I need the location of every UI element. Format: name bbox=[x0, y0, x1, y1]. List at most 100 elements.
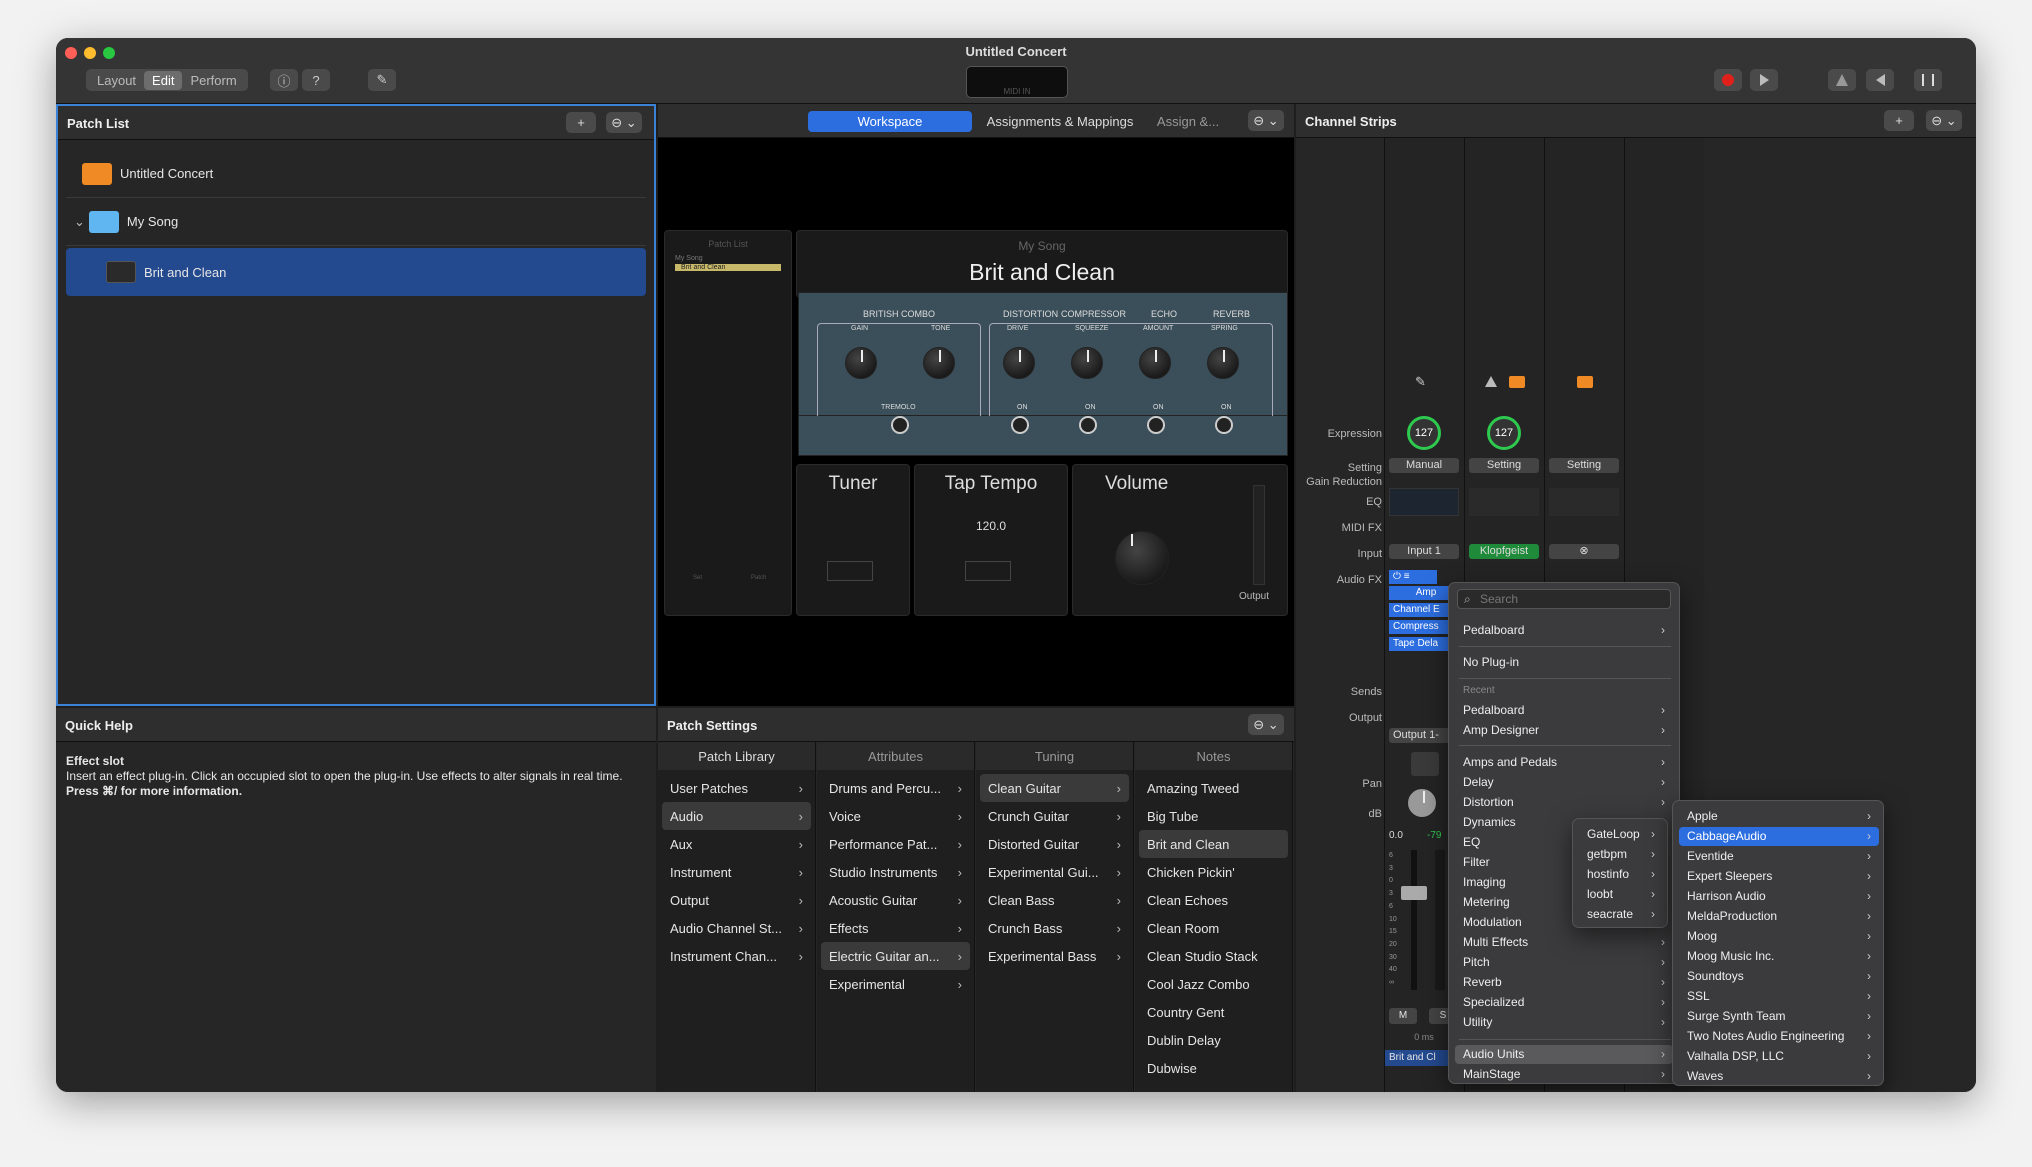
category-multi-effects[interactable]: Multi Effects › bbox=[1455, 933, 1673, 952]
add-patch-button[interactable]: + bbox=[566, 112, 596, 133]
concert-row[interactable]: Untitled Concert bbox=[66, 150, 646, 198]
menu-item-no-plugin[interactable]: No Plug-in bbox=[1455, 653, 1673, 672]
category-pitch[interactable]: Pitch › bbox=[1455, 953, 1673, 972]
column-item-big-tube[interactable]: Big Tube bbox=[1139, 802, 1288, 830]
song-row[interactable]: ⌄ My Song bbox=[66, 198, 646, 246]
au-vendor-soundtoys[interactable]: Soundtoys › bbox=[1679, 967, 1879, 986]
column-item-clean-studio-stack[interactable]: Clean Studio Stack bbox=[1139, 942, 1288, 970]
column-item-experimental-bass[interactable]: Experimental Bass › bbox=[980, 942, 1129, 970]
column-item-clean-bass[interactable]: Clean Bass › bbox=[980, 886, 1129, 914]
add-channel-strip-button[interactable]: + bbox=[1884, 110, 1914, 131]
au-vendor-surge-synth-team[interactable]: Surge Synth Team › bbox=[1679, 1007, 1879, 1026]
echo-toggle[interactable] bbox=[1147, 416, 1165, 434]
column-item-experimental[interactable]: Experimental › bbox=[821, 970, 970, 998]
mute-button-1[interactable]: M bbox=[1389, 1008, 1417, 1024]
au-vendor-harrison-audio[interactable]: Harrison Audio › bbox=[1679, 887, 1879, 906]
menu-item-audio-units[interactable]: Audio Units › bbox=[1455, 1045, 1673, 1064]
input-button-3[interactable]: ⊗ bbox=[1549, 544, 1619, 559]
mixer-button[interactable] bbox=[1914, 69, 1942, 91]
setting-button-3[interactable]: Setting bbox=[1549, 458, 1619, 473]
tap-tempo-button[interactable] bbox=[965, 561, 1011, 581]
patch-list-menu-button[interactable]: ⊖ ⌄ bbox=[606, 112, 642, 133]
column-header-attributes[interactable]: Attributes bbox=[817, 742, 974, 770]
workspace-menu-button[interactable]: ⊖ ⌄ bbox=[1248, 110, 1284, 131]
expression-knob-2[interactable]: 127 bbox=[1487, 416, 1521, 450]
column-item-chicken-pickin[interactable]: Chicken Pickin' bbox=[1139, 858, 1288, 886]
mode-edit[interactable]: Edit bbox=[144, 70, 183, 90]
column-item-crunch-guitar[interactable]: Crunch Guitar › bbox=[980, 802, 1129, 830]
eq-thumbnail-3[interactable] bbox=[1549, 488, 1619, 516]
au-vendor-cabbageaudio[interactable]: CabbageAudio › bbox=[1679, 827, 1879, 846]
menu-item-mainstage[interactable]: MainStage › bbox=[1455, 1065, 1673, 1084]
column-header-notes[interactable]: Notes bbox=[1135, 742, 1292, 770]
column-item-voice[interactable]: Voice › bbox=[821, 802, 970, 830]
category-reverb[interactable]: Reverb › bbox=[1455, 973, 1673, 992]
au-vendor-valhalla-dsp-llc[interactable]: Valhalla DSP, LLC › bbox=[1679, 1047, 1879, 1066]
column-item-drums-and-percu[interactable]: Drums and Percu... › bbox=[821, 774, 970, 802]
au-vendor-two-notes-audio-engineering[interactable]: Two Notes Audio Engineering › bbox=[1679, 1027, 1879, 1046]
category-delay[interactable]: Delay › bbox=[1455, 773, 1673, 792]
reverb-toggle[interactable] bbox=[1215, 416, 1233, 434]
info-button[interactable]: ⓘ bbox=[270, 69, 298, 91]
tone-knob[interactable] bbox=[923, 347, 955, 379]
category-utility[interactable]: Utility › bbox=[1455, 1013, 1673, 1032]
metronome-button[interactable] bbox=[1828, 69, 1856, 91]
volume-knob[interactable] bbox=[1115, 531, 1169, 585]
column-item-aux[interactable]: Aux › bbox=[662, 830, 811, 858]
expression-knob-1[interactable]: 127 bbox=[1407, 416, 1441, 450]
disclosure-chevron-icon[interactable]: ⌄ bbox=[74, 214, 85, 230]
drive-knob[interactable] bbox=[1003, 347, 1035, 379]
tab-assignments[interactable]: Assignments & Mappings bbox=[978, 111, 1142, 132]
column-item-dublin-delay[interactable]: Dublin Delay bbox=[1139, 1026, 1288, 1054]
column-item-clean-echoes[interactable]: Clean Echoes bbox=[1139, 886, 1288, 914]
column-item-country-gent[interactable]: Country Gent bbox=[1139, 998, 1288, 1026]
dev-item-getbpm[interactable]: getbpm › bbox=[1579, 845, 1663, 864]
column-item-studio-instruments[interactable]: Studio Instruments › bbox=[821, 858, 970, 886]
column-item-audio-channel-st[interactable]: Audio Channel St... › bbox=[662, 914, 811, 942]
dev-item-gateloop[interactable]: GateLoop › bbox=[1579, 825, 1663, 844]
setting-button-1[interactable]: Manual bbox=[1389, 458, 1459, 473]
mode-perform[interactable]: Perform bbox=[182, 71, 244, 90]
column-item-clean-guitar[interactable]: Clean Guitar › bbox=[980, 774, 1129, 802]
column-item-experimental-gui[interactable]: Experimental Gui... › bbox=[980, 858, 1129, 886]
column-item-clean-room[interactable]: Clean Room bbox=[1139, 914, 1288, 942]
menu-item-pedalboard[interactable]: Pedalboard › bbox=[1455, 621, 1673, 640]
column-header-patch-library[interactable]: Patch Library bbox=[658, 742, 815, 770]
column-item-brit-and-clean[interactable]: Brit and Clean bbox=[1139, 830, 1288, 858]
column-header-tuning[interactable]: Tuning bbox=[976, 742, 1133, 770]
column-item-distorted-guitar[interactable]: Distorted Guitar › bbox=[980, 830, 1129, 858]
fx-power-icon[interactable]: ⏻ ≡ bbox=[1389, 570, 1437, 584]
volume-fader-1[interactable] bbox=[1401, 886, 1427, 900]
au-vendor-apple[interactable]: Apple › bbox=[1679, 807, 1879, 826]
setting-button-2[interactable]: Setting bbox=[1469, 458, 1539, 473]
column-item-crunch-bass[interactable]: Crunch Bass › bbox=[980, 914, 1129, 942]
column-item-amazing-tweed[interactable]: Amazing Tweed bbox=[1139, 774, 1288, 802]
record-button[interactable] bbox=[1714, 69, 1742, 91]
recent-item-amp-designer[interactable]: Amp Designer › bbox=[1455, 721, 1673, 740]
au-vendor-ssl[interactable]: SSL › bbox=[1679, 987, 1879, 1006]
help-button[interactable]: ? bbox=[302, 69, 330, 91]
eq-thumbnail-2[interactable] bbox=[1469, 488, 1539, 516]
column-item-instrument[interactable]: Instrument › bbox=[662, 858, 811, 886]
tremolo-toggle[interactable] bbox=[891, 416, 909, 434]
category-distortion[interactable]: Distortion › bbox=[1455, 793, 1673, 812]
au-vendor-moog-music-inc[interactable]: Moog Music Inc. › bbox=[1679, 947, 1879, 966]
column-item-output[interactable]: Output › bbox=[662, 886, 811, 914]
gain-knob[interactable] bbox=[845, 347, 877, 379]
dev-item-hostinfo[interactable]: hostinfo › bbox=[1579, 865, 1663, 884]
category-amps-and-pedals[interactable]: Amps and Pedals › bbox=[1455, 753, 1673, 772]
column-item-cool-jazz-combo[interactable]: Cool Jazz Combo bbox=[1139, 970, 1288, 998]
spring-knob[interactable] bbox=[1207, 347, 1239, 379]
au-vendor-meldaproduction[interactable]: MeldaProduction › bbox=[1679, 907, 1879, 926]
pan-knob-1[interactable] bbox=[1407, 788, 1437, 818]
column-item-instrument-chan[interactable]: Instrument Chan... › bbox=[662, 942, 811, 970]
input-button-1[interactable]: Input 1 bbox=[1389, 544, 1459, 559]
eq-thumbnail-1[interactable] bbox=[1389, 488, 1459, 516]
plugin-search-field[interactable]: ⌕ Search bbox=[1457, 589, 1671, 609]
column-item-dubwise[interactable]: Dubwise bbox=[1139, 1054, 1288, 1082]
amount-knob[interactable] bbox=[1139, 347, 1171, 379]
channel-strips-menu-button[interactable]: ⊖ ⌄ bbox=[1926, 110, 1962, 131]
au-vendor-waves[interactable]: Waves › bbox=[1679, 1067, 1879, 1086]
tuner-button[interactable]: ✎ bbox=[368, 69, 396, 91]
dev-item-loobt[interactable]: loobt › bbox=[1579, 885, 1663, 904]
